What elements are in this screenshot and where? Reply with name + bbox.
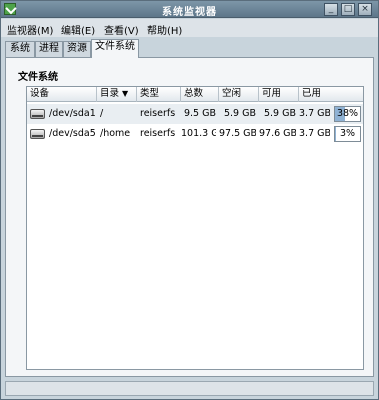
minimize-button[interactable]: _ (324, 3, 338, 16)
cell-total: 9.5 GB (183, 108, 216, 119)
title-bar[interactable]: 系统监视器 _ □ × (1, 1, 378, 18)
menu-edit[interactable]: 编辑(E) (61, 22, 95, 37)
filesystems-panel: 文件系统 设备 目录 ▼ 类型 总数 空闲 可用 已用 /dev/sda1 / … (5, 57, 374, 377)
status-bar (5, 381, 374, 396)
table-row[interactable]: /dev/sda1 / reiserfs 9.5 GB 5.9 GB 5.9 G… (27, 104, 363, 124)
cell-free: 5.9 GB (223, 108, 256, 119)
usage-percent: 38% (336, 108, 359, 119)
column-device[interactable]: 设备 (27, 87, 97, 102)
filesystems-table: 设备 目录 ▼ 类型 总数 空闲 可用 已用 /dev/sda1 / reise… (26, 86, 364, 370)
cell-device: /dev/sda5 (49, 128, 96, 139)
cell-available: 5.9 GB (263, 108, 296, 119)
maximize-button[interactable]: □ (341, 3, 355, 16)
cell-device: /dev/sda1 (49, 108, 96, 119)
column-type[interactable]: 类型 (137, 87, 181, 102)
menu-monitor[interactable]: 监视器(M) (7, 22, 53, 37)
usage-percent: 3% (339, 128, 356, 139)
cell-available: 97.6 GB (259, 128, 296, 139)
tab-system[interactable]: 系统 (5, 41, 35, 57)
cell-type: reiserfs (140, 108, 176, 119)
window-title: 系统监视器 (162, 7, 217, 18)
usage-bar: 3% (334, 126, 361, 142)
section-title: 文件系统 (18, 72, 58, 83)
cell-directory: / (100, 108, 104, 119)
table-row[interactable]: /dev/sda5 /home reiserfs 101.3 GB 97.5 G… (27, 124, 363, 144)
usage-bar: 38% (334, 106, 361, 122)
hard-disk-icon (30, 129, 45, 139)
table-header: 设备 目录 ▼ 类型 总数 空闲 可用 已用 (27, 87, 363, 102)
cell-type: reiserfs (140, 128, 176, 139)
column-total[interactable]: 总数 (181, 87, 219, 102)
sort-descending-icon: ▼ (122, 89, 129, 98)
column-directory[interactable]: 目录 ▼ (97, 87, 137, 102)
column-available[interactable]: 可用 (259, 87, 299, 102)
cell-directory: /home (100, 128, 131, 139)
system-monitor-window: 系统监视器 _ □ × 监视器(M) 编辑(E) 查看(V) 帮助(H) 系统 … (0, 0, 379, 400)
tab-processes[interactable]: 进程 (35, 41, 63, 57)
column-free[interactable]: 空闲 (219, 87, 259, 102)
cell-total: 101.3 GB (181, 128, 216, 139)
cell-used: 3.7 GB (299, 128, 330, 139)
close-button[interactable]: × (358, 3, 372, 16)
hard-disk-icon (30, 109, 45, 119)
tab-resources[interactable]: 资源 (63, 41, 91, 57)
menu-bar: 监视器(M) 编辑(E) 查看(V) 帮助(H) (1, 19, 378, 37)
column-used[interactable]: 已用 (299, 87, 363, 102)
tab-filesystems[interactable]: 文件系统 (91, 39, 139, 58)
cell-used: 3.7 GB (299, 108, 330, 119)
cell-free: 97.5 GB (219, 128, 256, 139)
menu-view[interactable]: 查看(V) (104, 22, 139, 37)
menu-help[interactable]: 帮助(H) (147, 22, 182, 37)
